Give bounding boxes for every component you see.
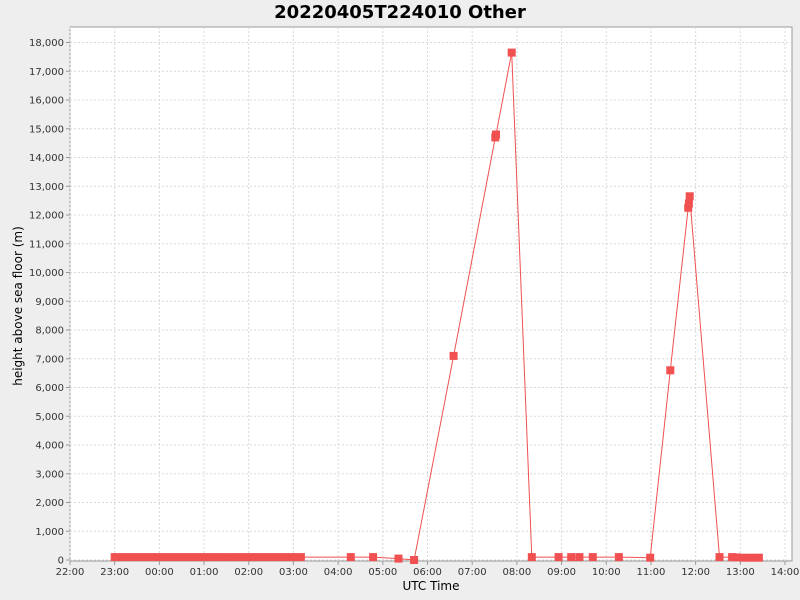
data-point bbox=[449, 351, 458, 360]
y-tick-label: 15,000 bbox=[29, 124, 64, 135]
chart: 20220405T224010 Other 22:00 23:00 00:00 01:… bbox=[11, 2, 800, 593]
data-point bbox=[229, 553, 238, 562]
data-point bbox=[410, 556, 419, 564]
y-tick-label: 11,000 bbox=[29, 239, 64, 250]
data-point bbox=[274, 553, 283, 562]
data-point bbox=[684, 199, 693, 208]
plot-area bbox=[69, 26, 793, 562]
data-point bbox=[575, 553, 584, 562]
x-tick-label: 11:00 bbox=[637, 567, 666, 578]
x-tick-label: 02:00 bbox=[234, 567, 263, 578]
chart-title: 20220405T224010 Other bbox=[274, 2, 526, 23]
data-point bbox=[588, 553, 597, 562]
y-tick-label: 18,000 bbox=[29, 38, 64, 49]
x-tick-label: 06:00 bbox=[413, 567, 442, 578]
data-point bbox=[200, 553, 209, 562]
y-tick-label: 8,000 bbox=[35, 326, 64, 337]
x-tick-label: 13:00 bbox=[726, 567, 755, 578]
data-point bbox=[185, 553, 194, 562]
data-point bbox=[222, 553, 231, 562]
data-point bbox=[747, 553, 756, 562]
x-tick-label: 01:00 bbox=[190, 567, 219, 578]
data-point bbox=[125, 553, 134, 562]
data-point bbox=[259, 553, 268, 562]
y-tick-label: 10,000 bbox=[29, 268, 64, 279]
y-tick-label: 1,000 bbox=[35, 527, 64, 538]
y-tick-label: 0 bbox=[58, 556, 64, 567]
y-tick-label: 6,000 bbox=[35, 383, 64, 394]
y-tick-label: 12,000 bbox=[29, 211, 64, 222]
y-axis-ticks: 0 1,000 2,000 3,000 4,000 5,000 6,000 7,000 8,00… bbox=[29, 38, 70, 567]
data-point bbox=[282, 553, 290, 562]
data-point bbox=[296, 553, 305, 562]
data-point bbox=[567, 553, 576, 562]
data-point bbox=[162, 553, 171, 562]
data-point bbox=[369, 553, 378, 562]
y-tick-label: 13,000 bbox=[29, 182, 64, 193]
y-tick-label: 17,000 bbox=[29, 67, 64, 78]
data-point bbox=[140, 553, 149, 562]
x-tick-label: 00:00 bbox=[145, 567, 174, 578]
y-tick-label: 14,000 bbox=[29, 153, 64, 164]
y-tick-label: 16,000 bbox=[29, 96, 64, 107]
x-tick-label: 22:00 bbox=[56, 567, 85, 578]
data-point bbox=[170, 553, 179, 562]
data-point bbox=[244, 553, 253, 562]
data-point bbox=[394, 554, 403, 563]
y-axis-label: height above sea floor (m) bbox=[11, 226, 25, 386]
data-point bbox=[527, 553, 536, 562]
data-point bbox=[177, 553, 186, 562]
data-point bbox=[267, 553, 276, 562]
data-point bbox=[237, 553, 246, 562]
data-point bbox=[554, 553, 563, 562]
y-tick-label: 7,000 bbox=[35, 354, 64, 365]
data-point bbox=[192, 553, 201, 562]
data-point bbox=[110, 553, 119, 562]
data-point bbox=[715, 553, 724, 562]
data-point bbox=[215, 553, 223, 562]
data-point bbox=[346, 553, 355, 562]
data-point bbox=[666, 366, 675, 375]
x-tick-label: 12:00 bbox=[681, 567, 710, 578]
x-tick-label: 23:00 bbox=[100, 567, 129, 578]
data-point bbox=[646, 553, 655, 562]
x-tick-label: 07:00 bbox=[458, 567, 487, 578]
x-tick-label: 09:00 bbox=[547, 567, 576, 578]
data-point bbox=[147, 553, 156, 562]
data-point bbox=[685, 192, 694, 201]
data-point bbox=[614, 553, 623, 562]
x-tick-label: 14:00 bbox=[771, 567, 800, 578]
y-tick-label: 3,000 bbox=[35, 469, 64, 480]
x-tick-label: 04:00 bbox=[324, 567, 353, 578]
data-point bbox=[133, 553, 141, 562]
data-point bbox=[155, 553, 164, 562]
y-tick-label: 4,000 bbox=[35, 441, 64, 452]
data-point bbox=[740, 553, 748, 562]
x-axis-ticks: 22:00 23:00 00:00 01:00 02:00 03:00 04:00 05:00… bbox=[56, 561, 800, 578]
x-axis-label: UTC Time bbox=[403, 579, 460, 593]
y-tick-label: 9,000 bbox=[35, 297, 64, 308]
x-tick-label: 03:00 bbox=[279, 567, 308, 578]
y-tick-label: 2,000 bbox=[35, 498, 64, 509]
data-point bbox=[207, 553, 216, 562]
x-tick-label: 10:00 bbox=[592, 567, 621, 578]
x-tick-label: 08:00 bbox=[502, 567, 531, 578]
data-point bbox=[252, 553, 261, 562]
x-tick-label: 05:00 bbox=[368, 567, 397, 578]
data-point bbox=[732, 553, 741, 562]
data-point bbox=[492, 130, 500, 139]
data-point bbox=[754, 553, 763, 562]
data-point bbox=[507, 48, 516, 57]
data-point bbox=[289, 553, 298, 562]
data-point bbox=[118, 553, 127, 562]
y-tick-label: 5,000 bbox=[35, 412, 64, 423]
